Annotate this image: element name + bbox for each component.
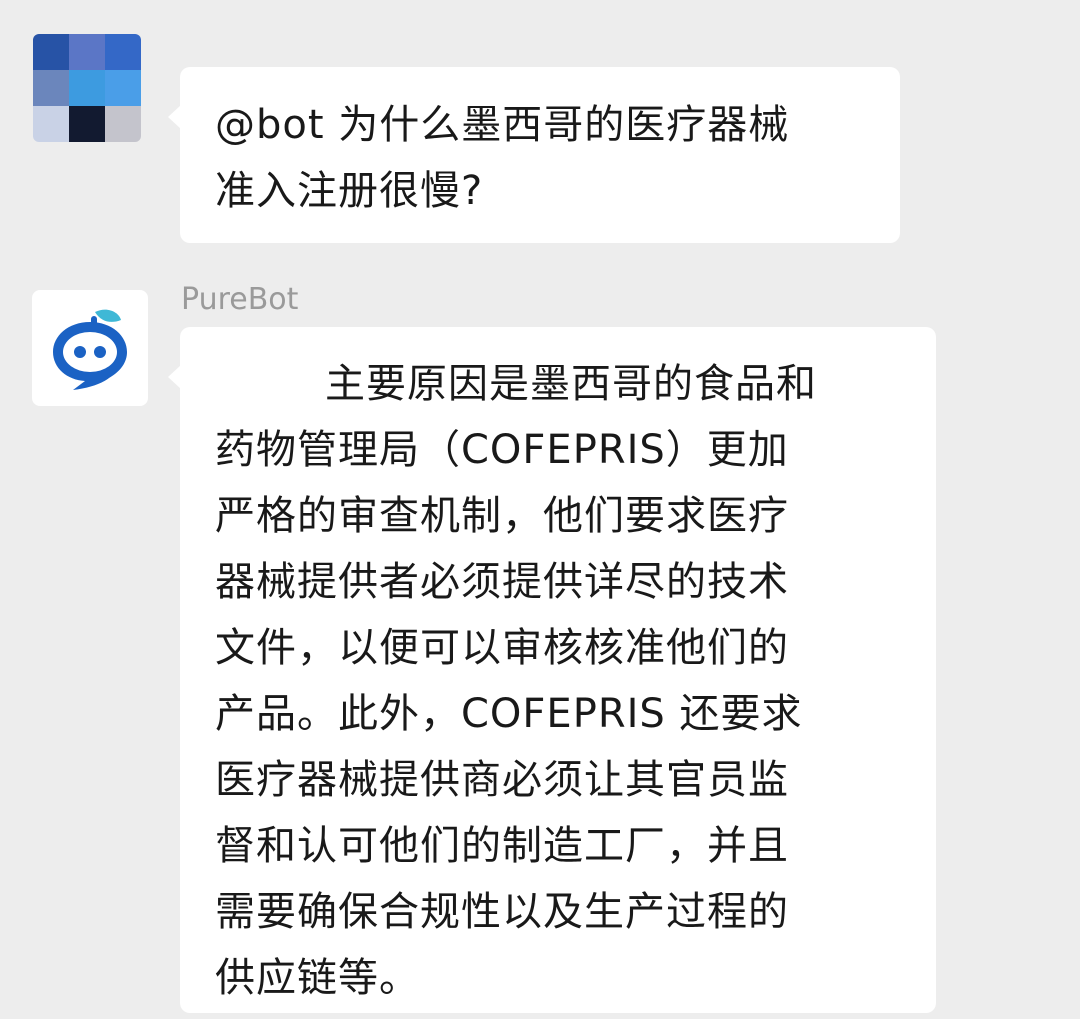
avatar-pixel — [105, 70, 141, 106]
chat-bot-icon — [53, 309, 127, 390]
avatar-pixel — [105, 34, 141, 70]
avatar-pixel — [69, 106, 105, 142]
user-avatar[interactable] — [33, 34, 141, 142]
user-message-bubble[interactable]: @bot 为什么墨西哥的医疗器械 准入注册很慢? — [168, 67, 900, 243]
avatar-pixel — [69, 34, 105, 70]
bot-avatar[interactable] — [32, 290, 148, 406]
user-message-text: @bot 为什么墨西哥的医疗器械 准入注册很慢? — [215, 102, 790, 214]
bot-message-text: 主要原因是墨西哥的食品和 药物管理局（COFEPRIS）更加 严格的审查机制，他… — [215, 361, 817, 1001]
avatar-pixel — [33, 70, 69, 106]
bot-message-bubble[interactable]: 主要原因是墨西哥的食品和 药物管理局（COFEPRIS）更加 严格的审查机制，他… — [168, 327, 936, 1013]
avatar-pixel — [33, 34, 69, 70]
sender-name: PureBot — [181, 282, 299, 317]
avatar-pixel — [105, 106, 141, 142]
avatar-pixel — [33, 106, 69, 142]
avatar-pixel — [69, 70, 105, 106]
